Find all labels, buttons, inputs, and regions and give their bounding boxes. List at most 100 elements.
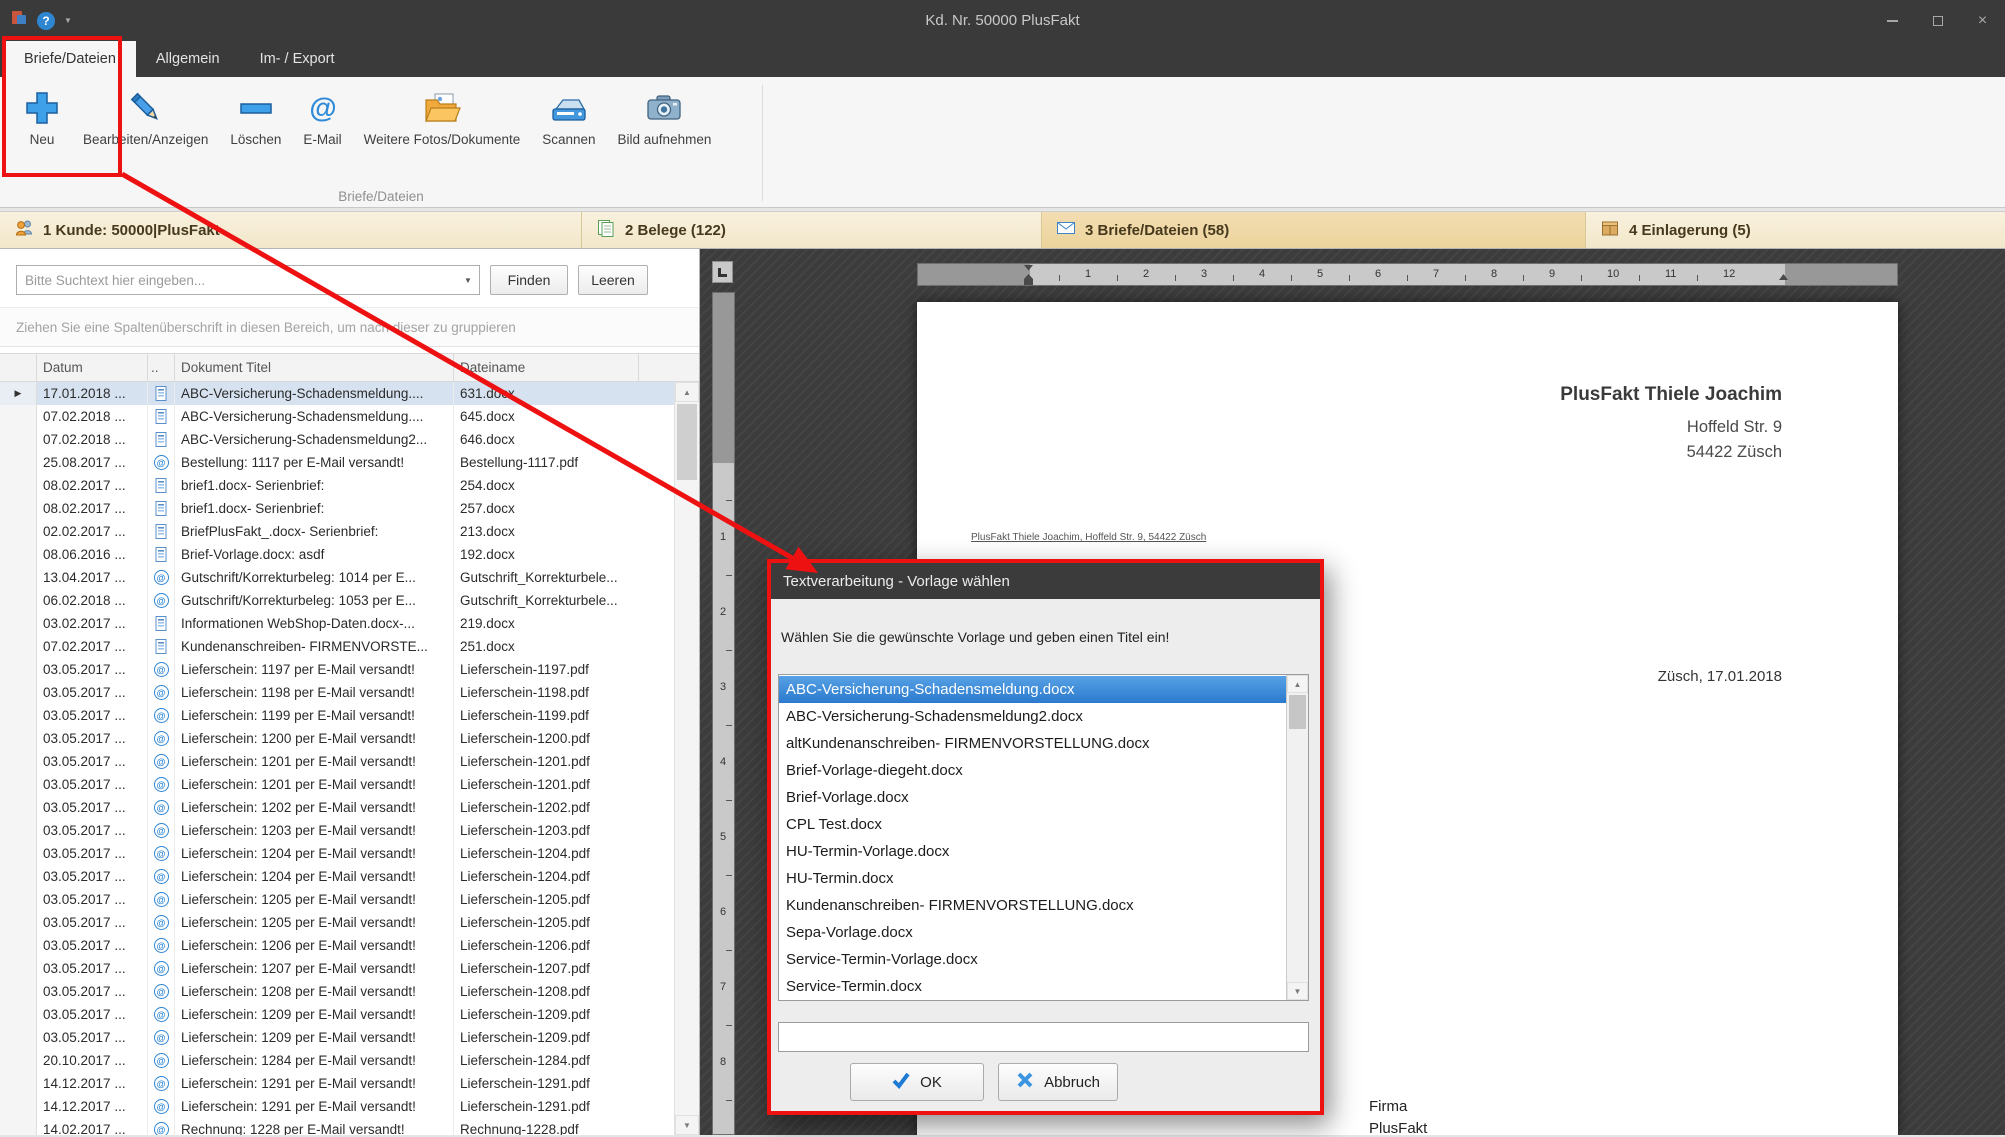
table-row[interactable]: 07.02.2018 ... ABC-Versicherung-Schadens… — [0, 405, 674, 428]
cell-dokument-titel: Lieferschein: 1204 per E-Mail versandt! — [175, 842, 454, 865]
scroll-down-icon[interactable]: ▼ — [675, 1115, 699, 1135]
dialog-titlebar[interactable]: Textverarbeitung - Vorlage wählen — [771, 563, 1320, 599]
ribbon-tab-im-export[interactable]: Im- / Export — [240, 41, 355, 77]
header-dokument-titel[interactable]: Dokument Titel — [175, 354, 454, 381]
edit-view-button[interactable]: Bearbeiten/Anzeigen — [72, 85, 219, 151]
header-dateiname[interactable]: Dateiname — [454, 354, 639, 381]
minimize-button[interactable] — [1870, 0, 1915, 41]
table-row[interactable]: 13.04.2017 ... @ Gutschrift/Korrekturbel… — [0, 566, 674, 589]
table-row[interactable]: 03.05.2017 ... @ Lieferschein: 1204 per … — [0, 842, 674, 865]
table-row[interactable]: 03.05.2017 ... @ Lieferschein: 1197 per … — [0, 658, 674, 681]
header-datum[interactable]: Datum — [37, 354, 148, 381]
table-row[interactable]: 03.05.2017 ... @ Lieferschein: 1202 per … — [0, 796, 674, 819]
scan-button[interactable]: Scannen — [531, 85, 606, 151]
recipient-street: Hoffeld Str. 9 — [1560, 415, 1782, 440]
template-list-item[interactable]: Service-Termin.docx — [779, 973, 1286, 1000]
table-row[interactable]: 03.05.2017 ... @ Lieferschein: 1204 per … — [0, 865, 674, 888]
search-input[interactable] — [17, 273, 457, 288]
table-row[interactable]: 03.05.2017 ... @ Lieferschein: 1209 per … — [0, 1003, 674, 1026]
table-row[interactable]: 03.05.2017 ... @ Lieferschein: 1201 per … — [0, 773, 674, 796]
template-list-item[interactable]: HU-Termin-Vorlage.docx — [779, 838, 1286, 865]
scroll-thumb[interactable] — [1289, 695, 1306, 729]
table-row[interactable]: 20.10.2017 ... @ Lieferschein: 1284 per … — [0, 1049, 674, 1072]
new-button[interactable]: Neu — [12, 85, 72, 151]
ok-button[interactable]: OK — [850, 1063, 984, 1101]
email-icon: @ — [154, 777, 169, 792]
table-row[interactable]: 03.05.2017 ... @ Lieferschein: 1209 per … — [0, 1026, 674, 1049]
more-photos-documents-button[interactable]: Weitere Fotos/Dokumente — [353, 85, 532, 151]
template-list-item[interactable]: Service-Termin-Vorlage.docx — [779, 946, 1286, 973]
indent-marker-left[interactable] — [1023, 264, 1034, 292]
clear-button[interactable]: Leeren — [578, 265, 648, 295]
template-list-item[interactable]: ABC-Versicherung-Schadensmeldung.docx — [779, 676, 1286, 703]
search-combo[interactable]: ▼ — [16, 265, 480, 295]
scroll-down-icon[interactable]: ▼ — [1287, 982, 1308, 1000]
table-row[interactable]: 07.02.2017 ... Kundenanschreiben- FIRMEN… — [0, 635, 674, 658]
app-window: ? ▼ Kd. Nr. 50000 PlusFakt × Briefe/Date… — [0, 0, 2005, 1137]
table-row[interactable]: 03.05.2017 ... @ Lieferschein: 1208 per … — [0, 980, 674, 1003]
table-row[interactable]: 03.05.2017 ... @ Lieferschein: 1205 per … — [0, 888, 674, 911]
table-row[interactable]: ▶ 17.01.2018 ... ABC-Versicherung-Schade… — [0, 382, 674, 405]
row-indicator-cell — [0, 405, 37, 428]
table-row[interactable]: 03.05.2017 ... @ Lieferschein: 1201 per … — [0, 750, 674, 773]
scroll-up-icon[interactable]: ▲ — [1287, 675, 1308, 693]
table-row[interactable]: 14.12.2017 ... @ Lieferschein: 1291 per … — [0, 1095, 674, 1118]
table-row[interactable]: 03.02.2017 ... Informationen WebShop-Dat… — [0, 612, 674, 635]
template-list-item[interactable]: Brief-Vorlage-diegeht.docx — [779, 757, 1286, 784]
group-by-bar[interactable]: Ziehen Sie eine Spaltenüberschrift in di… — [0, 307, 699, 347]
table-row[interactable]: 08.02.2017 ... brief1.docx- Serienbrief:… — [0, 497, 674, 520]
close-button[interactable]: × — [1960, 0, 2005, 41]
scroll-thumb[interactable] — [677, 404, 697, 480]
table-row[interactable]: 06.02.2018 ... @ Gutschrift/Korrekturbel… — [0, 589, 674, 612]
list-scrollbar[interactable]: ▲ ▼ — [1286, 675, 1308, 1000]
take-picture-button[interactable]: Bild aufnehmen — [607, 85, 723, 151]
help-icon[interactable]: ? — [37, 12, 55, 30]
row-indicator-cell — [0, 1049, 37, 1072]
table-row[interactable]: 08.02.2017 ... brief1.docx- Serienbrief:… — [0, 474, 674, 497]
template-list-item[interactable]: CPL Test.docx — [779, 811, 1286, 838]
header-icon-column[interactable]: .. — [148, 354, 175, 381]
tab-selector[interactable] — [712, 261, 733, 283]
title-input[interactable] — [778, 1022, 1309, 1052]
template-list-item[interactable]: HU-Termin.docx — [779, 865, 1286, 892]
tab-einlagerung[interactable]: 4 Einlagerung (5) — [1586, 212, 2005, 248]
cell-dokument-titel: brief1.docx- Serienbrief: — [175, 497, 454, 520]
grid-scrollbar[interactable]: ▲ ▼ — [674, 382, 699, 1135]
table-row[interactable]: 14.12.2017 ... @ Lieferschein: 1291 per … — [0, 1072, 674, 1095]
table-row[interactable]: 08.06.2016 ... Brief-Vorlage.docx: asdf … — [0, 543, 674, 566]
template-list-item[interactable]: Brief-Vorlage.docx — [779, 784, 1286, 811]
tab-belege[interactable]: 2 Belege (122) — [582, 212, 1042, 248]
table-row[interactable]: 03.05.2017 ... @ Lieferschein: 1205 per … — [0, 911, 674, 934]
cell-dateiname: 646.docx — [454, 428, 639, 451]
template-list-items: ABC-Versicherung-Schadensmeldung.docx AB… — [779, 676, 1286, 1000]
cancel-button[interactable]: Abbruch — [998, 1063, 1118, 1101]
table-row[interactable]: 03.05.2017 ... @ Lieferschein: 1200 per … — [0, 727, 674, 750]
template-list-item[interactable]: Sepa-Vorlage.docx — [779, 919, 1286, 946]
indent-marker-right[interactable] — [1778, 264, 1789, 292]
table-row[interactable]: 03.05.2017 ... @ Lieferschein: 1203 per … — [0, 819, 674, 842]
delete-button[interactable]: Löschen — [219, 85, 292, 151]
cell-dateiname: 254.docx — [454, 474, 639, 497]
ribbon-tab-briefe-dateien[interactable]: Briefe/Dateien — [4, 41, 136, 77]
maximize-button[interactable] — [1915, 0, 1960, 41]
row-indicator-cell — [0, 934, 37, 957]
template-list-item[interactable]: altKundenanschreiben- FIRMENVORSTELLUNG.… — [779, 730, 1286, 757]
scroll-up-icon[interactable]: ▲ — [675, 382, 699, 402]
template-list-item[interactable]: ABC-Versicherung-Schadensmeldung2.docx — [779, 703, 1286, 730]
table-row[interactable]: 25.08.2017 ... @ Bestellung: 1117 per E-… — [0, 451, 674, 474]
tab-briefe-dateien[interactable]: 3 Briefe/Dateien (58) — [1042, 212, 1586, 248]
combo-dropdown-icon[interactable]: ▼ — [457, 276, 479, 285]
table-row[interactable]: 03.05.2017 ... @ Lieferschein: 1198 per … — [0, 681, 674, 704]
template-list-item[interactable]: Kundenanschreiben- FIRMENVORSTELLUNG.doc… — [779, 892, 1286, 919]
qat-dropdown-icon[interactable]: ▼ — [64, 16, 72, 25]
table-row[interactable]: 03.05.2017 ... @ Lieferschein: 1199 per … — [0, 704, 674, 727]
email-button[interactable]: @ E-Mail — [292, 85, 352, 151]
find-button[interactable]: Finden — [490, 265, 568, 295]
table-row[interactable]: 14.02.2017 ... @ Rechnung: 1228 per E-Ma… — [0, 1118, 674, 1135]
table-row[interactable]: 03.05.2017 ... @ Lieferschein: 1207 per … — [0, 957, 674, 980]
tab-kunde[interactable]: 1 Kunde: 50000|PlusFakt — [0, 212, 582, 248]
table-row[interactable]: 02.02.2017 ... BriefPlusFakt_.docx- Seri… — [0, 520, 674, 543]
table-row[interactable]: 03.05.2017 ... @ Lieferschein: 1206 per … — [0, 934, 674, 957]
ribbon-tab-allgemein[interactable]: Allgemein — [136, 41, 240, 77]
table-row[interactable]: 07.02.2018 ... ABC-Versicherung-Schadens… — [0, 428, 674, 451]
